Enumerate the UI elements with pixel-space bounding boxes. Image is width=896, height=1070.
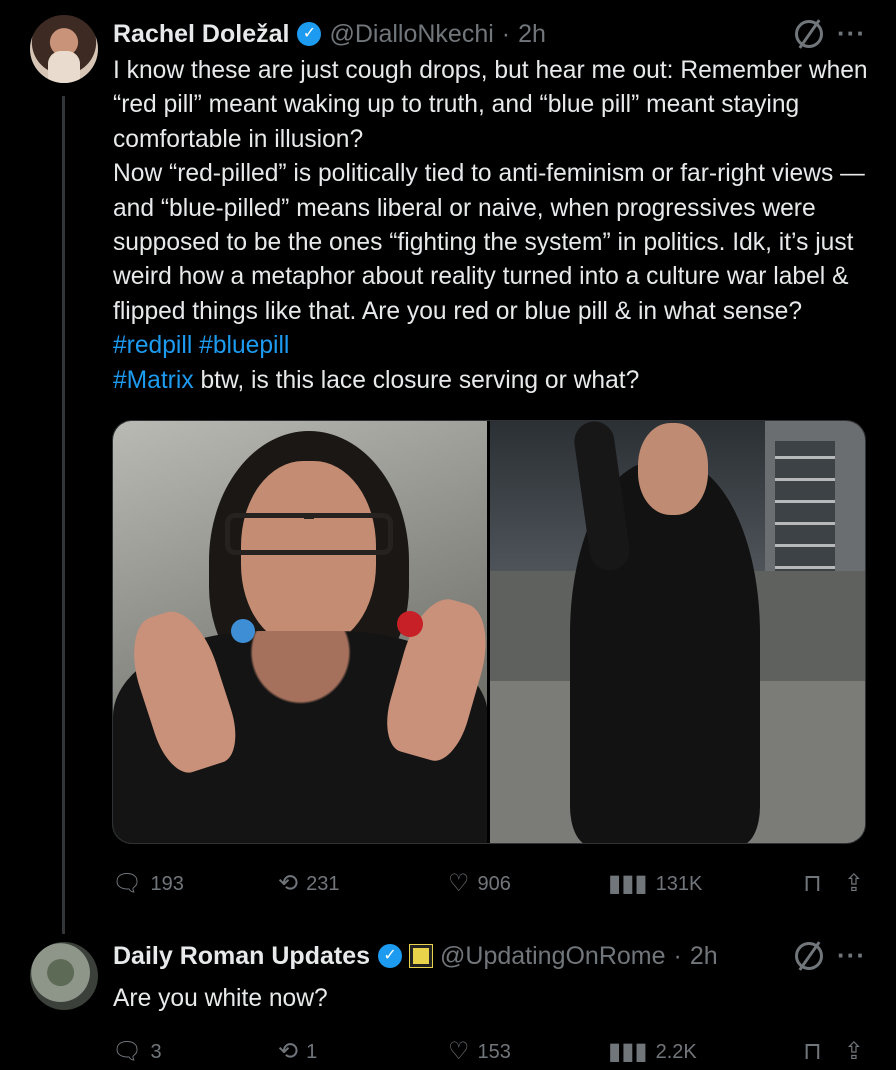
like-icon: ♡: [448, 870, 470, 897]
photo-detail: [638, 423, 708, 515]
reply-button[interactable]: 🗨 193: [112, 872, 278, 896]
tweet-text: I know these are just cough drops, but h…: [113, 54, 873, 398]
reply-count: 3: [150, 1040, 162, 1063]
views-button[interactable]: ▮▮▮ 2.2K: [608, 1040, 770, 1064]
bookmark-icon[interactable]: ⊓: [803, 872, 822, 896]
repost-button[interactable]: ⟲ 1: [278, 1040, 448, 1064]
author-handle[interactable]: @UpdatingOnRome: [440, 942, 666, 971]
hashtag-link[interactable]: #redpill: [113, 332, 192, 359]
photo-detail: [397, 611, 423, 637]
separator-dot: ·: [501, 19, 511, 48]
photo-detail: [231, 619, 255, 643]
grok-icon[interactable]: [795, 941, 824, 970]
hashtag-link[interactable]: #Matrix: [113, 367, 194, 394]
share-icon[interactable]: ⇪: [844, 1040, 864, 1064]
tweet[interactable]: Rachel Doležal ✓ @DialloNkechi · 2h ··· …: [0, 0, 896, 934]
tweet-actions: 🗨 3 ⟲ 1 ♡ 153 ▮▮▮ 2.2K ⊓ ⇪: [112, 1034, 864, 1070]
more-icon[interactable]: ···: [837, 940, 866, 971]
bookmark-icon[interactable]: ⊓: [803, 1040, 822, 1064]
avatar[interactable]: [30, 942, 98, 1010]
views-icon: ▮▮▮: [608, 1038, 648, 1065]
tweet-text-segment: btw, is this lace closure serving or wha…: [193, 366, 640, 394]
timestamp[interactable]: 2h: [518, 20, 546, 49]
tweet-top-actions: ···: [795, 940, 866, 971]
tweet-actions: 🗨 193 ⟲ 231 ♡ 906 ▮▮▮ 131K ⊓ ⇪: [112, 866, 864, 902]
timestamp[interactable]: 2h: [690, 942, 718, 971]
tweet-text-segment: I know these are just cough drops, but h…: [113, 57, 868, 325]
like-button[interactable]: ♡ 906: [448, 872, 608, 896]
tweet-header: Rachel Doležal ✓ @DialloNkechi · 2h: [113, 18, 546, 50]
affiliate-badge-icon: [410, 945, 433, 967]
verified-check-icon: ✓: [297, 22, 322, 46]
share-icon[interactable]: ⇪: [844, 872, 864, 896]
tweet-photo[interactable]: [490, 421, 865, 843]
author-name[interactable]: Rachel Doležal: [113, 20, 289, 49]
grok-icon[interactable]: [795, 19, 824, 48]
more-icon[interactable]: ···: [837, 18, 866, 49]
repost-count: 231: [306, 872, 340, 895]
media-grid: [112, 420, 866, 844]
views-count: 2.2K: [655, 1040, 697, 1063]
tweet-photo[interactable]: [113, 421, 487, 843]
repost-icon: ⟲: [278, 870, 299, 897]
tweet-top-actions: ···: [795, 18, 866, 49]
tweet[interactable]: Daily Roman Updates ✓ @UpdatingOnRome · …: [0, 930, 896, 1064]
verified-check-icon: ✓: [378, 944, 403, 968]
like-icon: ♡: [448, 1038, 470, 1065]
thread-connector-line: [62, 96, 65, 934]
hashtag-link[interactable]: #bluepill: [199, 332, 289, 359]
views-button[interactable]: ▮▮▮ 131K: [608, 872, 770, 896]
like-button[interactable]: ♡ 153: [448, 1040, 608, 1064]
repost-button[interactable]: ⟲ 231: [278, 872, 448, 896]
repost-icon: ⟲: [278, 1038, 299, 1065]
author-name[interactable]: Daily Roman Updates: [113, 942, 370, 971]
separator-dot: ·: [673, 941, 682, 970]
tweet-text: Are you white now?: [113, 985, 328, 1012]
repost-count: 1: [306, 1040, 318, 1063]
like-count: 906: [477, 872, 511, 895]
views-icon: ▮▮▮: [608, 870, 648, 897]
photo-detail: [225, 513, 393, 555]
avatar[interactable]: [30, 15, 98, 83]
reply-button[interactable]: 🗨 3: [112, 1040, 278, 1064]
tweet-header: Daily Roman Updates ✓ @UpdatingOnRome · …: [113, 940, 718, 972]
views-count: 131K: [655, 872, 703, 895]
reply-icon: 🗨: [112, 1038, 143, 1065]
reply-icon: 🗨: [112, 870, 143, 897]
like-count: 153: [477, 1040, 511, 1063]
reply-count: 193: [150, 872, 184, 895]
author-handle[interactable]: @DialloNkechi: [329, 20, 493, 49]
